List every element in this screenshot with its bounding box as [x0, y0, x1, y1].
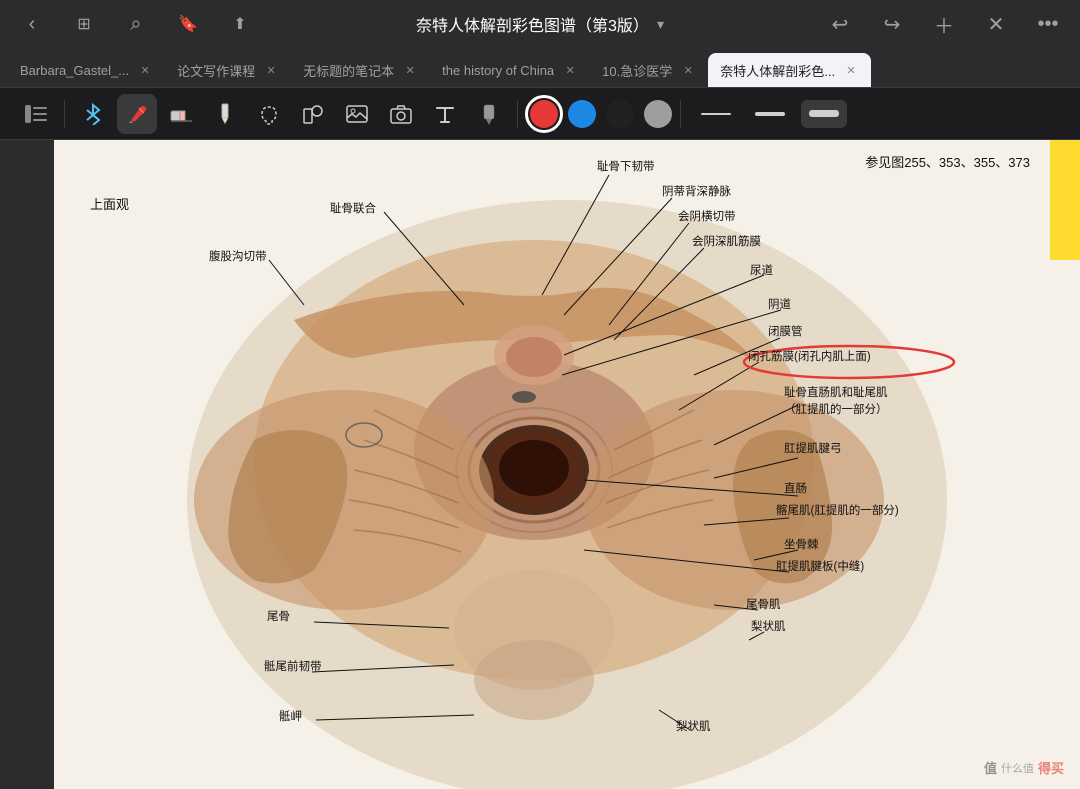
label-iliococcygeus: 髂尾肌(肛提肌的一部分): [776, 502, 899, 518]
title-bar-left: ‹ ⊞ ⌕ 🔖 ⬆: [16, 8, 256, 40]
share-icon[interactable]: ⬆: [224, 8, 256, 40]
tab-barbara[interactable]: Barbara_Gastel_... ✕: [8, 53, 165, 87]
tab-wubiaoti-label: 无标题的笔记本: [303, 61, 394, 80]
sidebar-toggle-button[interactable]: [16, 94, 56, 134]
tab-wubiaoti-close[interactable]: ✕: [402, 62, 418, 78]
title-dropdown-icon[interactable]: ▾: [657, 16, 664, 33]
label-inguinal: 腹股沟切带: [209, 248, 267, 264]
label-trans-band: 会阴横切带: [678, 208, 736, 224]
toolbar-sep-3: [680, 100, 681, 128]
tab-jizhen[interactable]: 10.急诊医学 ✕: [590, 53, 708, 87]
label-levator-arch: 肛提肌腱弓: [784, 440, 842, 456]
color-red-button[interactable]: [530, 100, 558, 128]
tab-history-label: the history of China: [442, 63, 554, 78]
label-ischial-spine: 坐骨棘: [784, 536, 819, 552]
image-tool-button[interactable]: [337, 94, 377, 134]
tab-wubiaoti[interactable]: 无标题的笔记本 ✕: [291, 53, 430, 87]
more-options-button[interactable]: •••: [1032, 8, 1064, 40]
watermark-text2: 什么值: [1001, 760, 1034, 776]
color-blue-button[interactable]: [568, 100, 596, 128]
redo-button[interactable]: ↪: [876, 8, 908, 40]
toolbar-sep-2: [517, 100, 518, 128]
thickness-thin-button[interactable]: [693, 100, 739, 128]
watermark: 值 什么值 得买: [984, 758, 1064, 777]
close-button[interactable]: ✕: [980, 8, 1012, 40]
tab-jizhen-close[interactable]: ✕: [680, 62, 696, 78]
label-piriformis-r: 梨状肌: [751, 618, 786, 634]
shape-tool-button[interactable]: [293, 94, 333, 134]
title-bar-right: ↩ ↪ ＋ ✕ •••: [824, 8, 1064, 40]
label-puborect: 耻骨直肠肌和耻尾肌: [784, 384, 888, 400]
bluetooth-button[interactable]: [73, 94, 113, 134]
tab-barbara-label: Barbara_Gastel_...: [20, 63, 129, 78]
tab-lunwen-close[interactable]: ✕: [263, 62, 279, 78]
undo-button[interactable]: ↩: [824, 8, 856, 40]
tab-history-close[interactable]: ✕: [562, 62, 578, 78]
left-sidebar: [0, 140, 54, 789]
label-urethra: 尿道: [750, 262, 773, 278]
tab-history[interactable]: the history of China ✕: [430, 53, 590, 87]
label-vagina: 阴道: [768, 296, 791, 312]
toolbar: [0, 88, 1080, 140]
back-button[interactable]: ‹: [16, 8, 48, 40]
toolbar-sep-1: [64, 100, 65, 128]
label-rectum: 直肠: [784, 480, 807, 496]
text-tool-button[interactable]: [425, 94, 465, 134]
label-sacrococcygeal: 骶尾前韧带: [264, 658, 322, 674]
eraser-tool-button[interactable]: [161, 94, 201, 134]
label-vein: 阴蒂背深静脉: [662, 183, 731, 199]
tabs-bar: Barbara_Gastel_... ✕ 论文写作课程 ✕ 无标题的笔记本 ✕ …: [0, 48, 1080, 88]
label-pubic-sym: 耻骨联合: [330, 200, 376, 216]
bookmark-icon[interactable]: 🔖: [172, 8, 204, 40]
tab-lunwen-label: 论文写作课程: [177, 61, 255, 80]
title-bar: ‹ ⊞ ⌕ 🔖 ⬆ 奈特人体解剖彩色图谱（第3版） ▾ ↩ ↪ ＋ ✕ •••: [0, 0, 1080, 48]
thickness-thick-button[interactable]: [801, 100, 847, 128]
color-black-button[interactable]: [606, 100, 634, 128]
anatomy-svg: [54, 140, 1080, 789]
label-coccyx: 尾骨: [267, 608, 290, 624]
anatomy-page: 参见图255、353、355、373 上面观: [54, 140, 1080, 789]
document-title: 奈特人体解剖彩色图谱（第3版）: [416, 12, 649, 36]
add-page-button[interactable]: ＋: [928, 8, 960, 40]
tab-nate-close[interactable]: ✕: [843, 62, 859, 78]
label-sacral-promontory: 骶岬: [279, 708, 302, 724]
title-bar-center: 奈特人体解剖彩色图谱（第3版） ▾: [416, 12, 664, 36]
label-deep-fascia: 会阴深肌筋膜: [692, 233, 761, 249]
lasso-tool-button[interactable]: [249, 94, 289, 134]
label-levator-plate: 肛提肌腱板(中缝): [776, 558, 864, 574]
label-obturator-fascia: 闭孔筋膜(闭孔内肌上面): [748, 348, 871, 364]
camera-tool-button[interactable]: [381, 94, 421, 134]
label-coccygeus: 尾骨肌: [746, 596, 781, 612]
tab-lunwen[interactable]: 论文写作课程 ✕: [165, 53, 291, 87]
tab-nate[interactable]: 奈特人体解剖彩色... ✕: [708, 53, 871, 87]
pen-tool-button[interactable]: [117, 94, 157, 134]
marker-tool-button[interactable]: [469, 94, 509, 134]
label-puborect2: （肛提肌的一部分）: [784, 401, 888, 417]
thickness-medium-button[interactable]: [747, 100, 793, 128]
tab-jizhen-label: 10.急诊医学: [602, 61, 672, 80]
label-piriformis-l: 梨状肌: [676, 718, 711, 734]
search-icon[interactable]: ⌕: [120, 8, 152, 40]
pencil-tool-button[interactable]: [205, 94, 245, 134]
content-area: 参见图255、353、355、373 上面观: [0, 140, 1080, 789]
label-obturator-canal: 闭膜管: [768, 323, 803, 339]
tab-nate-label: 奈特人体解剖彩色...: [720, 61, 835, 80]
app-grid-icon[interactable]: ⊞: [68, 8, 100, 40]
tab-barbara-close[interactable]: ✕: [137, 62, 153, 78]
color-gray-button[interactable]: [644, 100, 672, 128]
watermark-text3: 得买: [1038, 758, 1064, 777]
watermark-text1: 值: [984, 758, 997, 777]
label-ligament1: 耻骨下韧带: [597, 158, 655, 174]
